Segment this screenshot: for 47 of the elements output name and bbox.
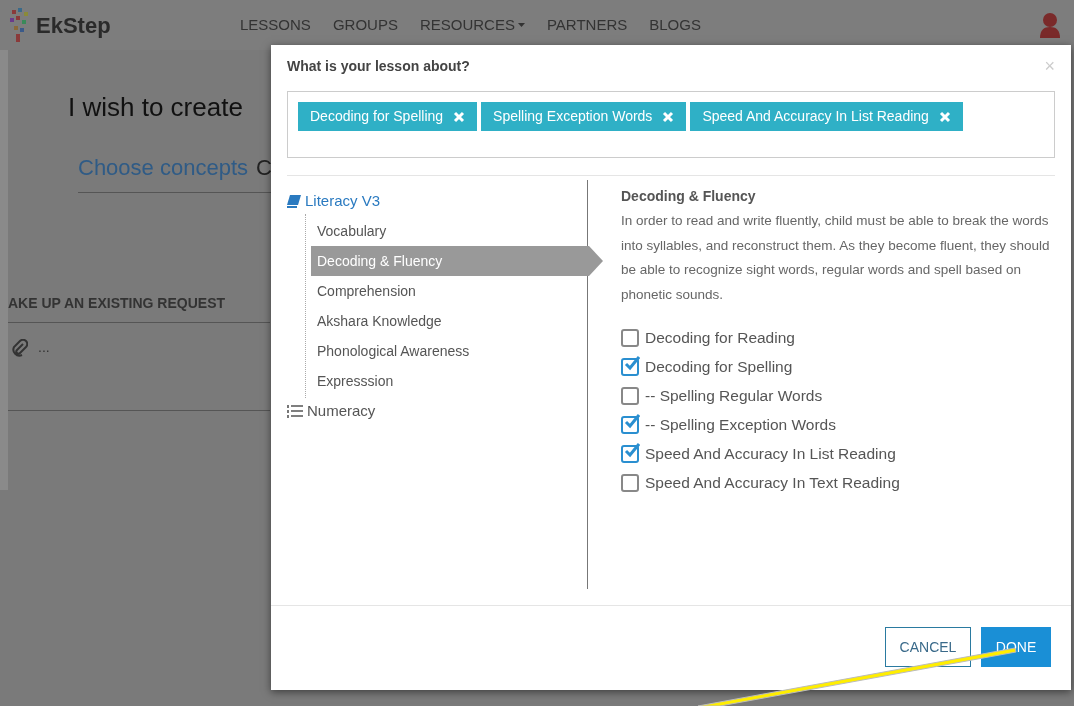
checkbox[interactable] <box>621 473 639 492</box>
option-label: Speed And Accuracy In Text Reading <box>645 472 900 493</box>
concept-tag: Spelling Exception Words <box>481 102 687 131</box>
nav-link[interactable]: GROUPS <box>332 13 398 37</box>
list-icon <box>287 404 303 418</box>
request-item[interactable]: ... <box>38 337 50 358</box>
concept-tag: Decoding for Spelling <box>298 102 478 131</box>
option-label: Speed And Accuracy In List Reading <box>645 443 896 464</box>
nav-link[interactable]: PARTNERS <box>546 13 628 37</box>
concept-title: Decoding & Fluency <box>621 187 757 206</box>
remove-icon[interactable] <box>453 110 466 123</box>
tree-category[interactable]: Literacy V3 <box>287 188 587 214</box>
concept-tag: Speed And Accuracy In List Reading <box>690 102 963 131</box>
logo-text[interactable]: EkStep <box>36 8 111 42</box>
section-title: AKE UP AN EXISTING REQUEST <box>8 293 270 323</box>
nav-link[interactable]: LESSONS <box>240 13 311 37</box>
option-label: Decoding for Reading <box>645 327 795 348</box>
checkbox[interactable] <box>621 444 639 463</box>
avatar-icon[interactable] <box>1040 12 1060 38</box>
checkbox[interactable] <box>621 357 639 376</box>
book-icon <box>287 194 301 208</box>
tree-item[interactable]: Vocabulary <box>311 216 603 246</box>
checkbox[interactable] <box>621 328 639 347</box>
dialog-title: What is your lesson about? <box>287 56 470 76</box>
checkbox[interactable] <box>621 386 639 405</box>
remove-icon[interactable] <box>662 110 675 123</box>
tree-item[interactable]: Comprehension <box>311 276 603 306</box>
tree-item[interactable]: Expresssion <box>311 366 603 396</box>
tree-item[interactable]: Akshara Knowledge <box>311 306 603 336</box>
concept-description: In order to read and write fluently, child must be able to break the words into syllables, and reconstruct them. As they become fluent, they should be able to recognize sight words, regular words and spell based on phonetic sounds. <box>621 212 1051 304</box>
nav-link[interactable]: RESOURCES <box>419 13 525 37</box>
checkbox[interactable] <box>621 415 639 434</box>
caret-icon <box>517 23 525 27</box>
page-heading: I wish to create <box>68 91 244 124</box>
tree-item[interactable]: Phonological Awareness <box>311 336 603 366</box>
tree-item[interactable]: Decoding & Fluency <box>311 246 603 276</box>
option-label: -- Spelling Regular Words <box>645 385 823 406</box>
option-label: -- Spelling Exception Words <box>645 414 836 435</box>
tree-category[interactable]: Numeracy <box>287 398 587 424</box>
nav-link[interactable]: BLOGS <box>649 13 701 37</box>
cancel-button[interactable]: CANCEL <box>885 627 971 667</box>
tab[interactable]: C <box>256 151 272 184</box>
remove-icon[interactable] <box>938 110 951 123</box>
option-label: Decoding for Spelling <box>645 356 793 377</box>
paperclip-icon <box>12 338 28 357</box>
tags-field[interactable]: Decoding for Spelling Spelling Exception Words Speed And Accuracy In List Reading <box>287 91 1055 158</box>
logo-icon <box>10 8 30 42</box>
